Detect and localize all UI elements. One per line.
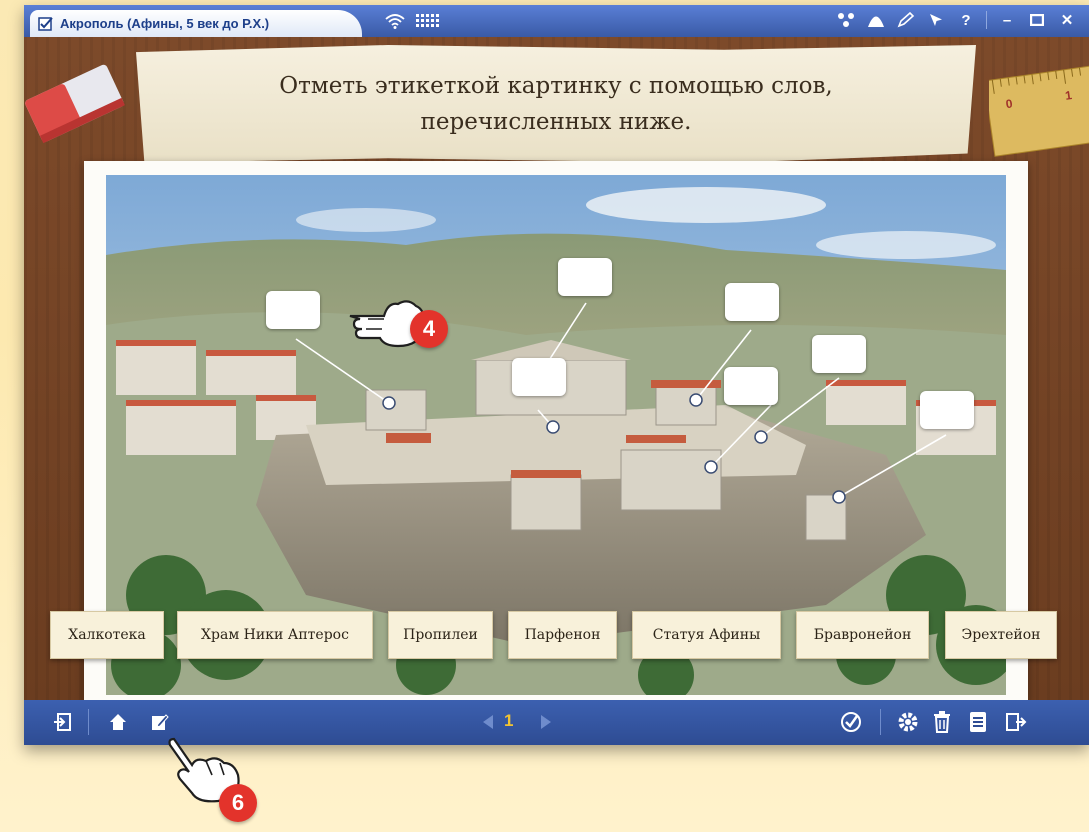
check-icon[interactable] — [839, 710, 863, 734]
callout-step-6: 6 — [219, 784, 257, 822]
toolbar-separator — [88, 709, 89, 735]
home-icon[interactable] — [106, 710, 130, 734]
help-icon[interactable]: ? — [956, 10, 976, 30]
eraser-icon[interactable] — [18, 59, 128, 151]
label-target-7[interactable] — [920, 391, 974, 429]
label-target-3[interactable] — [512, 358, 566, 396]
toolbar-separator — [880, 709, 881, 735]
instruction-line-1: Отметь этикеткой картинку с помощью слов… — [279, 73, 833, 99]
keypad-icon — [416, 13, 440, 31]
pen-icon[interactable] — [896, 10, 916, 30]
window-title-tab[interactable]: Акрополь (Афины, 5 век до Р.Х.) — [30, 10, 362, 37]
app-window: Акрополь (Афины, 5 век до Р.Х.) ? – ✕ 0 … — [24, 5, 1089, 745]
activity-board: 0 1 Отметь этикеткой картинку с помощью … — [24, 37, 1089, 701]
instruction-text: Отметь этикеткой картинку с помощью слов… — [206, 68, 906, 140]
label-target-6[interactable] — [724, 367, 778, 405]
notes-icon[interactable] — [966, 710, 990, 734]
word-label-parthenon[interactable]: Парфенон — [508, 611, 617, 659]
label-target-1[interactable] — [266, 291, 320, 329]
label-target-5[interactable] — [812, 335, 866, 373]
close-icon[interactable]: ✕ — [1057, 10, 1077, 30]
word-label-nike-temple[interactable]: Храм Ники Аптерос — [177, 611, 373, 659]
titlebar: Акрополь (Афины, 5 век до Р.Х.) ? – ✕ — [24, 5, 1089, 37]
prev-page-icon[interactable] — [476, 710, 500, 734]
word-label-propylaea[interactable]: Пропилеи — [388, 611, 493, 659]
maximize-icon[interactable] — [1027, 10, 1047, 30]
exit-icon[interactable] — [50, 710, 74, 734]
pointer-icon[interactable] — [926, 10, 946, 30]
word-label-athena-statue[interactable]: Статуя Афины — [632, 611, 781, 659]
edit-icon[interactable] — [148, 710, 172, 734]
word-label-brauroneion[interactable]: Бравронейон — [796, 611, 929, 659]
titlebar-icon-group: ? – ✕ — [836, 10, 1077, 30]
next-page-icon[interactable] — [534, 710, 558, 734]
instruction-line-2: перечисленных ниже. — [420, 109, 692, 135]
page-number: 1 — [504, 711, 514, 730]
checklist-app-icon — [38, 16, 53, 31]
titlebar-separator — [986, 11, 987, 29]
instruction-banner: Отметь этикеткой картинку с помощью слов… — [136, 45, 976, 163]
settings-icon[interactable] — [896, 710, 920, 734]
minimize-icon[interactable]: – — [997, 10, 1017, 30]
word-label-erechtheion[interactable]: Эрехтейон — [945, 611, 1057, 659]
label-target-2[interactable] — [558, 258, 612, 296]
callout-step-4: 4 — [410, 310, 448, 348]
window-title: Акрополь (Афины, 5 век до Р.Х.) — [60, 16, 270, 31]
label-target-4[interactable] — [725, 283, 779, 321]
trash-icon[interactable] — [930, 710, 954, 734]
next-section-icon[interactable] — [1004, 710, 1028, 734]
wifi-icon — [384, 13, 406, 33]
bell-curve-icon[interactable] — [866, 10, 886, 30]
network-icon[interactable] — [836, 10, 856, 30]
ruler-icon[interactable]: 0 1 — [989, 55, 1089, 165]
word-label-khalkoteka[interactable]: Халкотека — [50, 611, 164, 659]
